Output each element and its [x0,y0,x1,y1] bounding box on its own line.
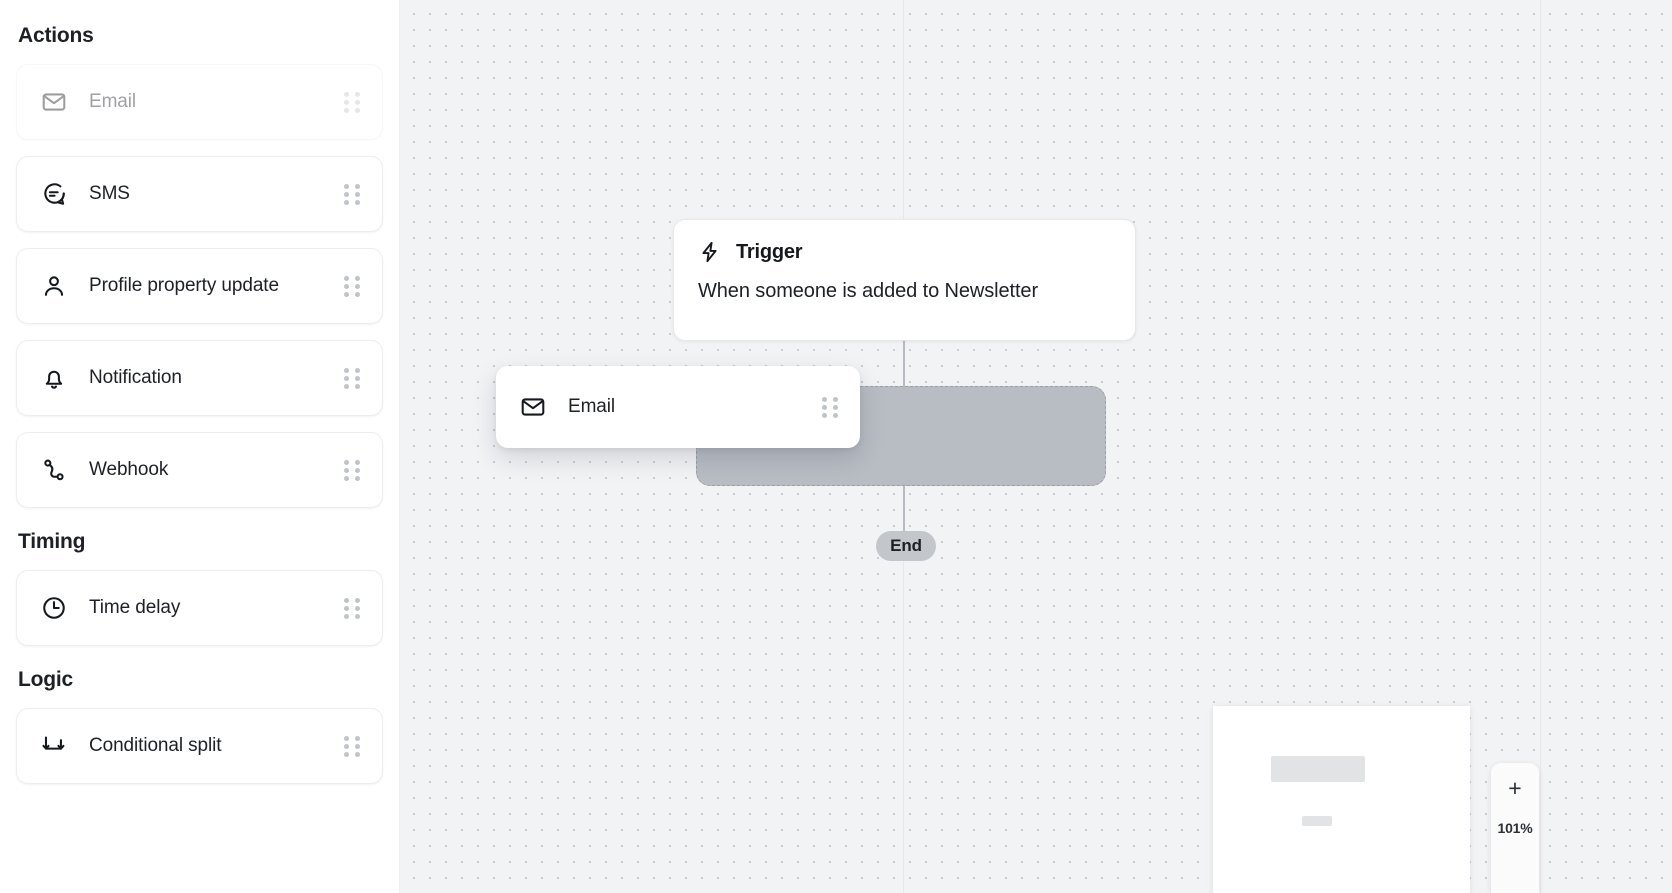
palette-item-label: Profile property update [89,275,279,296]
canvas-seam [1540,0,1541,893]
minimap-node-trigger [1271,756,1365,782]
section-heading-actions: Actions [18,24,94,47]
node-trigger-title: Trigger [736,240,803,263]
split-arrows-icon [41,733,67,759]
section-heading-timing: Timing [18,530,86,553]
envelope-icon [41,89,67,115]
webhook-icon [41,457,67,483]
node-end[interactable]: End [876,531,936,561]
bell-icon [41,365,67,391]
palette-item-label: Conditional split [89,735,222,756]
envelope-icon [520,394,546,420]
drag-handle-icon[interactable] [344,91,360,113]
palette-item-profile-property-update[interactable]: Profile property update [16,248,383,324]
person-icon [41,273,67,299]
zoom-in-button[interactable]: + [1508,777,1521,800]
lightning-bolt-icon [698,240,722,264]
zoom-control: + 101% [1491,763,1539,893]
drag-handle-icon[interactable] [344,275,360,297]
palette-item-sms[interactable]: SMS [16,156,383,232]
node-end-label: End [890,536,922,555]
palette-item-webhook[interactable]: Webhook [16,432,383,508]
canvas-minimap[interactable] [1213,706,1470,893]
workflow-canvas[interactable]: Trigger When someone is added to Newslet… [400,0,1672,893]
palette-item-label: Email [89,91,137,112]
node-trigger[interactable]: Trigger When someone is added to Newslet… [673,219,1136,341]
drag-handle-icon[interactable] [344,459,360,481]
workflow-builder: Actions Email SMS Profile property updat… [0,0,1672,893]
drag-handle-icon[interactable] [822,396,838,418]
drag-handle-icon[interactable] [344,367,360,389]
drag-handle-icon[interactable] [344,597,360,619]
palette-item-label: Webhook [89,459,169,480]
drag-handle-icon[interactable] [344,735,360,757]
zoom-level-label[interactable]: 101% [1497,820,1532,836]
palette-item-conditional-split[interactable]: Conditional split [16,708,383,784]
palette-item-label: Time delay [89,597,181,618]
palette-item-time-delay[interactable]: Time delay [16,570,383,646]
chat-bubble-icon [41,181,67,207]
palette-item-label: Notification [89,367,182,388]
palette-item-notification[interactable]: Notification [16,340,383,416]
palette-item-label: SMS [89,183,130,204]
section-heading-logic: Logic [18,668,73,691]
palette-item-email[interactable]: Email [16,64,383,140]
drag-preview-email-card[interactable]: Email [496,366,860,448]
drag-preview-label: Email [568,396,616,417]
node-trigger-header: Trigger [698,240,1111,264]
clock-icon [41,595,67,621]
drag-handle-icon[interactable] [344,183,360,205]
node-trigger-description: When someone is added to Newsletter [698,280,1039,302]
minimap-node-end [1302,816,1332,826]
actions-sidebar: Actions Email SMS Profile property updat… [0,0,400,893]
